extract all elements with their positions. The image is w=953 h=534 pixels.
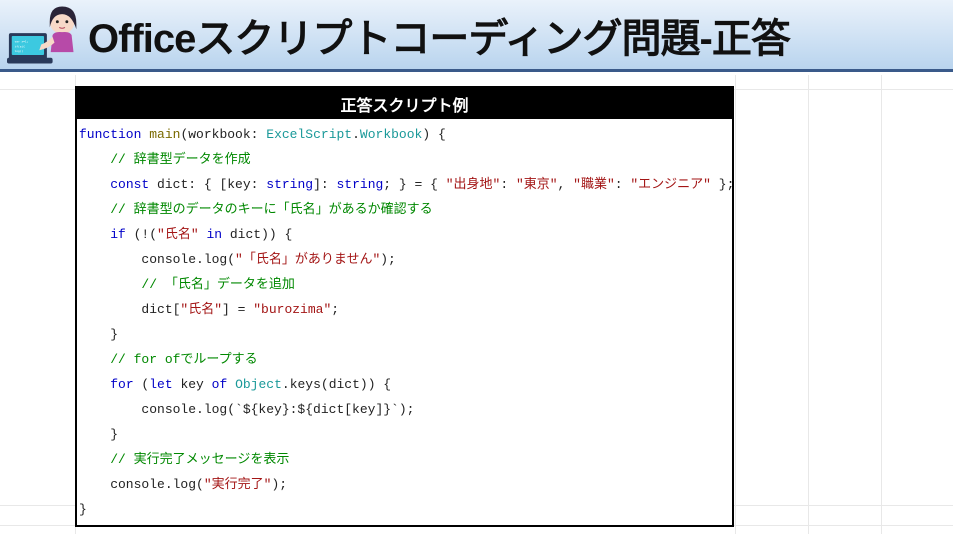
- svg-text:log(): log(): [15, 49, 24, 53]
- code-box-header: 正答スクリプト例: [77, 88, 732, 119]
- code-token: key: [173, 377, 212, 392]
- svg-text:var x=1;: var x=1;: [15, 39, 29, 43]
- code-token: string: [336, 177, 383, 192]
- code-token: (workbook:: [180, 127, 266, 142]
- code-token: Workbook: [360, 127, 422, 142]
- code-token: }: [79, 502, 87, 517]
- code-line: }: [79, 422, 726, 447]
- code-line: console.log("実行完了");: [79, 472, 726, 497]
- code-token: for: [110, 377, 133, 392]
- code-token: [79, 277, 141, 292]
- code-body: function main(workbook: ExcelScript.Work…: [77, 119, 732, 525]
- code-token: dict: { [key:: [149, 177, 266, 192]
- code-token: [79, 227, 110, 242]
- code-token: ExcelScript: [266, 127, 352, 142]
- code-token: of: [212, 377, 228, 392]
- avatar-illustration: var x=1; if(a){ log(): [6, 3, 84, 67]
- code-token: "氏名": [157, 227, 199, 242]
- code-token: }: [79, 327, 118, 342]
- code-token: function: [79, 127, 141, 142]
- code-token: string: [266, 177, 313, 192]
- code-token: ) {: [422, 127, 445, 142]
- code-line: // 辞書型データを作成: [79, 147, 726, 172]
- code-token: dict)) {: [222, 227, 292, 242]
- code-token: [79, 177, 110, 192]
- code-token: console.log(: [79, 477, 204, 492]
- code-token: }: [79, 427, 118, 442]
- code-token: // for ofでループする: [110, 352, 257, 367]
- code-token: [79, 202, 110, 217]
- code-line: console.log("「氏名」がありません");: [79, 247, 726, 272]
- page-title: Officeスクリプトコーディング問題-正答: [88, 6, 790, 64]
- code-token: ; } = {: [383, 177, 445, 192]
- code-token: ,: [558, 177, 574, 192]
- code-token: Object: [235, 377, 282, 392]
- code-token: ]:: [313, 177, 336, 192]
- code-line: }: [79, 497, 726, 522]
- code-token: main: [149, 127, 180, 142]
- code-example-box: 正答スクリプト例 function main(workbook: ExcelSc…: [75, 86, 734, 527]
- code-line: // 「氏名」データを追加: [79, 272, 726, 297]
- code-line: const dict: { [key: string]: string; } =…: [79, 172, 726, 197]
- page-header: var x=1; if(a){ log() Officeスクリプトコーディング問…: [0, 0, 953, 72]
- code-token: [227, 377, 235, 392]
- code-token: "エンジニア": [630, 177, 711, 192]
- code-token: if: [110, 227, 126, 242]
- code-token: ] =: [222, 302, 253, 317]
- code-token: .: [352, 127, 360, 142]
- code-token: "「氏名」がありません": [235, 252, 380, 267]
- code-token: dict[: [79, 302, 180, 317]
- code-line: // for ofでループする: [79, 347, 726, 372]
- code-line: function main(workbook: ExcelScript.Work…: [79, 122, 726, 147]
- code-token: in: [206, 227, 222, 242]
- code-token: // 辞書型のデータのキーに「氏名」があるか確認する: [110, 202, 432, 217]
- code-token: console.log(`${key}:${dict[key]}`);: [79, 402, 414, 417]
- code-token: .keys(dict)) {: [282, 377, 391, 392]
- code-token: const: [110, 177, 149, 192]
- code-line: console.log(`${key}:${dict[key]}`);: [79, 397, 726, 422]
- code-token: (!(: [126, 227, 157, 242]
- code-token: [79, 377, 110, 392]
- svg-text:if(a){: if(a){: [15, 44, 26, 48]
- code-line: dict["氏名"] = "burozima";: [79, 297, 726, 322]
- code-token: "東京": [516, 177, 558, 192]
- code-token: "実行完了": [204, 477, 272, 492]
- code-token: );: [271, 477, 287, 492]
- code-token: // 辞書型データを作成: [110, 152, 250, 167]
- code-token: "出身地": [446, 177, 501, 192]
- code-token: // 実行完了メッセージを表示: [110, 452, 289, 467]
- code-token: let: [149, 377, 172, 392]
- code-line: // 実行完了メッセージを表示: [79, 447, 726, 472]
- code-token: };: [711, 177, 734, 192]
- code-line: }: [79, 322, 726, 347]
- code-token: [79, 152, 110, 167]
- code-token: "burozima": [253, 302, 331, 317]
- code-token: // 「氏名」データを追加: [141, 277, 294, 292]
- code-token: [79, 352, 110, 367]
- code-token: ;: [331, 302, 339, 317]
- code-token: :: [615, 177, 631, 192]
- code-token: (: [134, 377, 150, 392]
- code-line: for (let key of Object.keys(dict)) {: [79, 372, 726, 397]
- code-line: if (!("氏名" in dict)) {: [79, 222, 726, 247]
- code-token: console.log(: [79, 252, 235, 267]
- code-token: );: [380, 252, 396, 267]
- code-token: "職業": [573, 177, 615, 192]
- code-token: [79, 452, 110, 467]
- code-line: // 辞書型のデータのキーに「氏名」があるか確認する: [79, 197, 726, 222]
- code-token: "氏名": [180, 302, 222, 317]
- code-token: :: [500, 177, 516, 192]
